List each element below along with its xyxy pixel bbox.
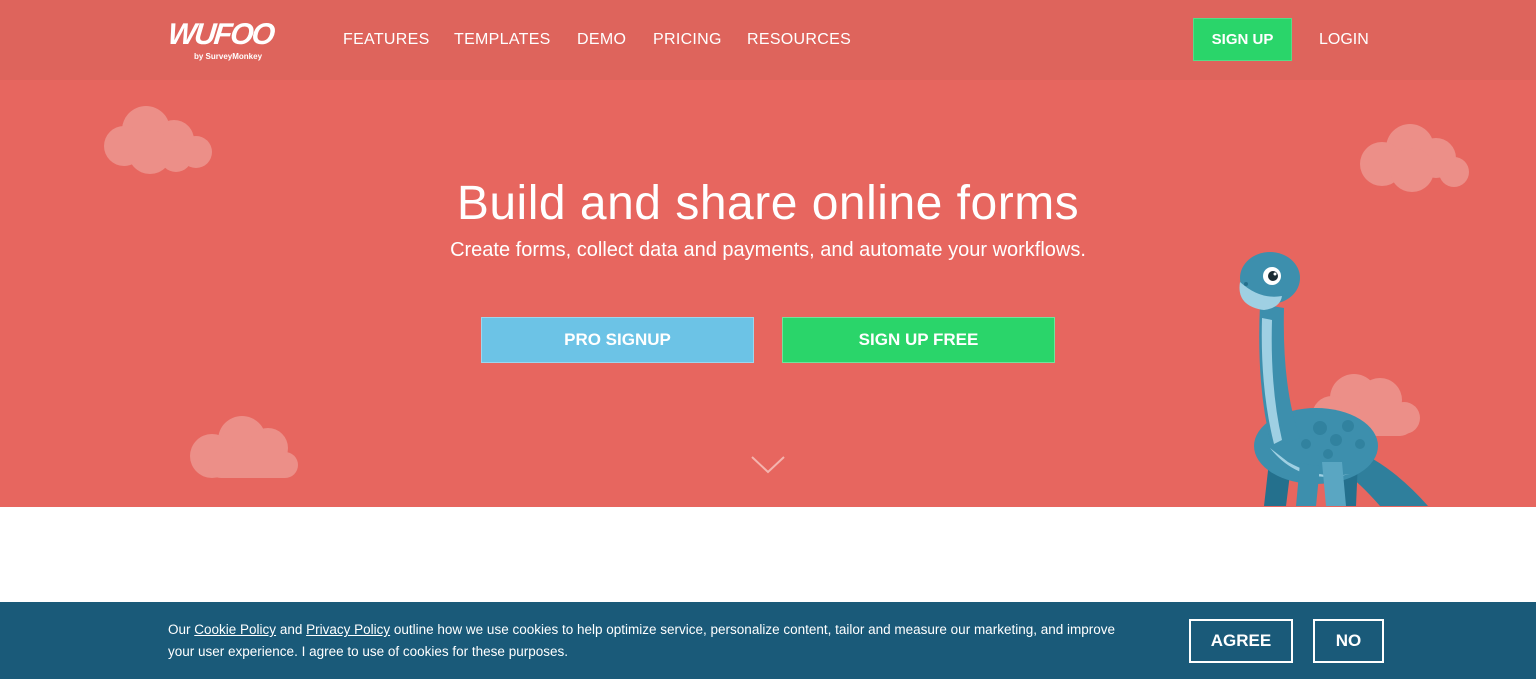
logo-byline: by SurveyMonkey (194, 52, 263, 61)
nav-features[interactable]: FEATURES (343, 31, 430, 49)
no-button[interactable]: NO (1313, 619, 1384, 663)
login-link[interactable]: LOGIN (1319, 31, 1369, 49)
hero-title: Build and share online forms (456, 177, 1080, 230)
nav-pricing[interactable]: PRICING (653, 31, 722, 49)
chevron-down-icon[interactable] (751, 455, 785, 475)
cloud-icon (190, 416, 298, 478)
agree-button[interactable]: AGREE (1189, 619, 1293, 663)
dinosaur-mascot (1239, 252, 1428, 506)
logo-wordmark: WUFOO (166, 18, 275, 51)
cloud-icon (104, 106, 212, 174)
header-signup-button[interactable]: SIGN UP (1193, 18, 1292, 61)
cookie-text-prefix: Our (168, 622, 195, 637)
hero-section: Build and share online forms Create form… (0, 80, 1536, 507)
cookie-text-and: and (276, 622, 307, 637)
cookie-message: Our Cookie Policy and Privacy Policy out… (168, 619, 1128, 663)
nav-demo[interactable]: DEMO (577, 31, 626, 49)
nav-templates[interactable]: TEMPLATES (454, 31, 551, 49)
top-header: WUFOO by SurveyMonkey FEATURES TEMPLATES… (0, 0, 1536, 80)
privacy-policy-link[interactable]: Privacy Policy (306, 622, 390, 637)
nav-resources[interactable]: RESOURCES (747, 31, 851, 49)
cookie-policy-link[interactable]: Cookie Policy (194, 622, 276, 637)
cookie-banner: Our Cookie Policy and Privacy Policy out… (0, 602, 1536, 679)
pro-signup-button[interactable]: PRO SIGNUP (481, 317, 754, 363)
signup-free-button[interactable]: SIGN UP FREE (782, 317, 1055, 363)
wufoo-logo[interactable]: WUFOO by SurveyMonkey (166, 18, 275, 64)
